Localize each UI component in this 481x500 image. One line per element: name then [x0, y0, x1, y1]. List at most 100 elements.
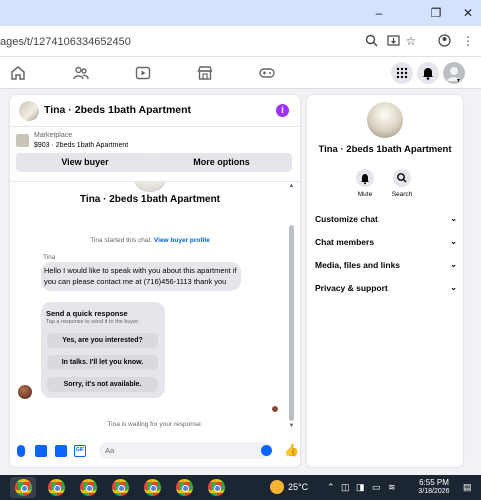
chat-started-text: Tina started this chat. [90, 237, 153, 244]
listing-tag: Marketplace [34, 132, 73, 139]
chrome-icon[interactable] [112, 479, 129, 496]
bookmark-star-icon[interactable]: ☆ [404, 34, 418, 48]
view-buyer-profile-link[interactable]: View buyer profile [154, 237, 210, 244]
search-icon [397, 173, 407, 183]
chrome-icon[interactable] [80, 479, 97, 496]
quick-response-option[interactable]: Sorry, it's not available. [47, 377, 158, 392]
profile-icon[interactable] [437, 34, 451, 48]
section-chat-members[interactable]: Chat members ⌄ [315, 237, 457, 251]
section-privacy-support[interactable]: Privacy & support ⌄ [315, 283, 457, 297]
minimize-button[interactable]: – [371, 5, 387, 21]
notification-center-icon[interactable]: ▤ [463, 482, 472, 493]
chrome-icon[interactable] [144, 479, 161, 496]
address-bar: ages/t/1274106334652450 ☆ ⋮ [0, 26, 481, 57]
temperature[interactable]: 25°C [288, 482, 308, 492]
view-buyer-button[interactable]: View buyer [16, 153, 154, 172]
section-label: Chat members [315, 237, 375, 247]
listing-thumbnail[interactable] [16, 134, 29, 147]
listing-price[interactable]: $903 · 2beds 1bath Apartment [34, 142, 128, 149]
quick-response-card: Send a quick response Tap a response to … [41, 302, 165, 398]
clock-time[interactable]: 6:55 PM [409, 478, 459, 487]
message-bubble: Hello I would like to speak with you abo… [41, 262, 241, 291]
read-receipt-avatar [272, 406, 278, 412]
menu-grid-button[interactable] [391, 62, 413, 84]
browser-titlebar: – ❐ ✕ [0, 0, 481, 26]
gif-icon[interactable]: GIF [74, 445, 86, 457]
marketplace-icon[interactable] [196, 64, 214, 82]
scroll-up-icon[interactable]: ▲ [288, 183, 295, 189]
mute-button[interactable] [356, 169, 374, 187]
show-hidden-icons[interactable]: ⌃ [327, 482, 335, 493]
info-avatar[interactable] [367, 102, 403, 138]
section-label: Customize chat [315, 214, 378, 224]
volume-icon[interactable]: ◨ [356, 482, 365, 493]
network-icon[interactable]: ◫ [341, 482, 350, 493]
url-field[interactable]: ages/t/1274106334652450 [0, 33, 340, 51]
search-button[interactable] [393, 169, 411, 187]
account-chevron-icon[interactable]: ▾ [457, 77, 460, 84]
quick-response-title: Send a quick response [46, 309, 128, 318]
close-window-button[interactable]: ✕ [460, 5, 476, 21]
bell-icon [361, 174, 369, 185]
chat-title[interactable]: Tina · 2beds 1bath Apartment [44, 104, 191, 116]
sender-name: Tina [43, 254, 56, 261]
chevron-down-icon: ⌄ [450, 260, 457, 269]
home-icon[interactable] [9, 64, 27, 82]
thread-avatar [135, 182, 165, 192]
facebook-nav-bar: ▾ [0, 57, 481, 89]
chrome-icon[interactable] [208, 479, 225, 496]
conversation-info-panel: Tina · 2beds 1bath Apartment Mute Search… [307, 95, 463, 467]
account-avatar[interactable] [443, 62, 465, 84]
sticker-icon[interactable] [55, 445, 67, 457]
close-icon: ✕ [462, 6, 474, 20]
quick-response-subtitle: Tap a response to send it to the buyer. [46, 319, 140, 325]
microphone-icon[interactable] [17, 445, 25, 457]
windows-taskbar: 25°C ⌃ ◫ ◨ ▭ ≋ 6:55 PM 3/18/2026 ▤ [0, 475, 481, 500]
thumbs-up-icon[interactable]: 👍 [284, 443, 299, 457]
battery-icon[interactable]: ▭ [372, 482, 381, 493]
more-options-button[interactable]: More options [151, 153, 292, 172]
chat-avatar[interactable] [19, 101, 39, 121]
video-icon[interactable] [134, 64, 152, 82]
chevron-down-icon: ⌄ [450, 237, 457, 246]
clock-date[interactable]: 3/18/2026 [409, 488, 459, 495]
message-thread: Tina · 2beds 1bath Apartment Tina starte… [10, 181, 300, 431]
notifications-button[interactable] [417, 62, 439, 84]
gaming-icon[interactable] [258, 64, 276, 82]
restore-icon: ❐ [430, 6, 442, 20]
chrome-icon[interactable] [176, 479, 193, 496]
grid-icon [396, 67, 408, 79]
message-input[interactable]: Aa [99, 442, 271, 459]
info-title: Tina · 2beds 1bath Apartment [318, 144, 452, 155]
quick-response-option[interactable]: Yes, are you interested? [47, 333, 158, 348]
chrome-icon[interactable] [48, 479, 65, 496]
zoom-icon[interactable] [364, 34, 378, 48]
browser-menu-icon[interactable]: ⋮ [461, 34, 475, 48]
quick-response-option[interactable]: In talks. I'll let you know. [47, 355, 158, 370]
restore-button[interactable]: ❐ [428, 5, 444, 21]
message-input-placeholder: Aa [105, 446, 115, 455]
friends-icon[interactable] [72, 64, 90, 82]
thread-scrollbar[interactable] [289, 225, 294, 421]
search-label: Search [391, 191, 413, 198]
section-customize-chat[interactable]: Customize chat ⌄ [315, 214, 457, 228]
sender-avatar[interactable] [18, 385, 32, 399]
emoji-icon[interactable] [261, 445, 272, 456]
chrome-icon[interactable] [15, 479, 32, 496]
bell-icon [423, 68, 433, 80]
section-media-files-links[interactable]: Media, files and links ⌄ [315, 260, 457, 274]
conversation-info-icon[interactable]: i [276, 104, 289, 117]
message-composer: GIF Aa 👍 [10, 436, 300, 467]
weather-icon[interactable] [270, 480, 284, 494]
photo-icon[interactable] [35, 445, 47, 457]
mute-label: Mute [357, 191, 373, 198]
chat-panel: Tina · 2beds 1bath Apartment i Marketpla… [10, 95, 300, 467]
default-avatar-icon [447, 67, 461, 81]
thread-title: Tina · 2beds 1bath Apartment [79, 194, 221, 205]
install-app-icon[interactable] [386, 34, 400, 48]
chat-header: Tina · 2beds 1bath Apartment i [10, 95, 300, 127]
wifi-icon[interactable]: ≋ [388, 482, 396, 493]
message-text: Hello I would like to speak with you abo… [44, 266, 237, 286]
chat-started-notice: Tina started this chat. View buyer profi… [10, 237, 290, 244]
chevron-down-icon: ⌄ [450, 283, 457, 292]
